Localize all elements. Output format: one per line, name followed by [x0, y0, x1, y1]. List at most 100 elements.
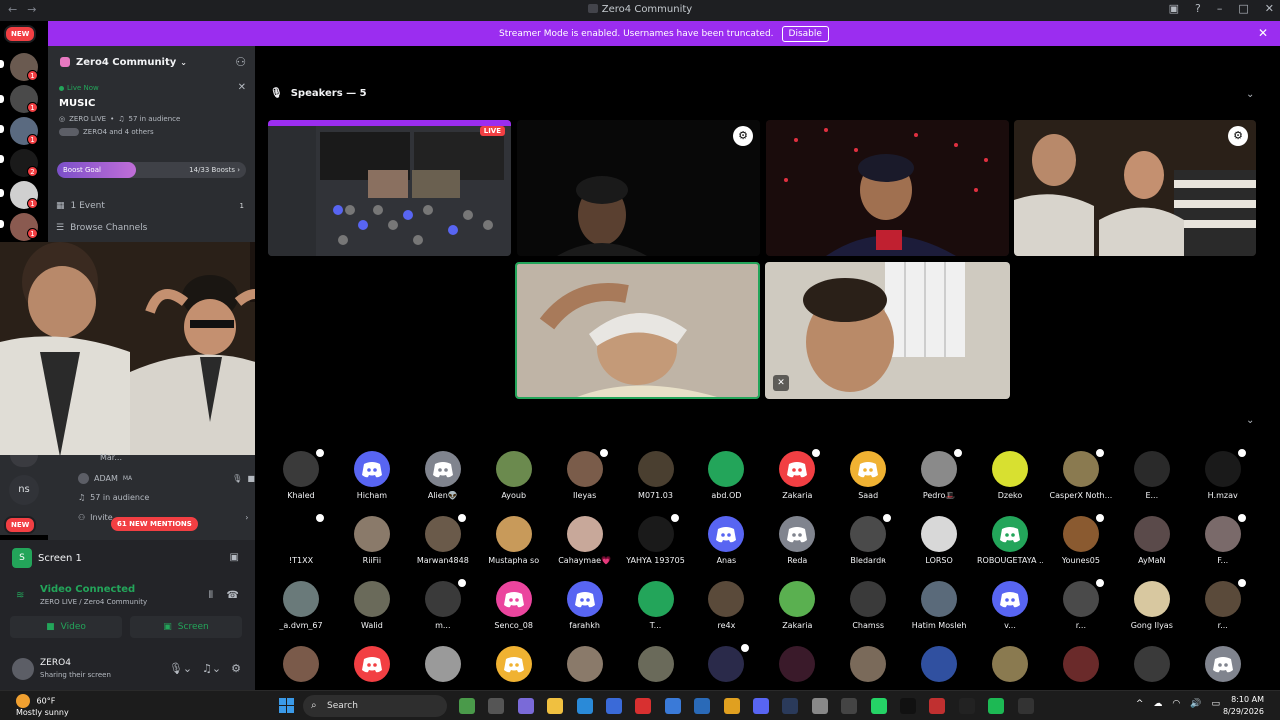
outlook-icon[interactable]	[694, 698, 711, 714]
tiktok-icon[interactable]	[900, 698, 916, 714]
stage-settings-icon[interactable]: ⚙	[733, 126, 753, 146]
disconnect-icon[interactable]: ☎	[227, 590, 239, 601]
chrome-icon[interactable]	[723, 698, 740, 714]
microphone-icon[interactable]: 🎙⌄	[169, 662, 192, 675]
x-icon[interactable]	[958, 698, 975, 714]
audience-member[interactable]: LORSO	[906, 516, 972, 578]
start-icon[interactable]	[279, 698, 295, 714]
clock[interactable]: 8:10 AM 8/29/2026	[1223, 694, 1264, 718]
speaker-tile[interactable]: ⚙	[517, 120, 760, 256]
audience-member[interactable]: Marwan4848	[410, 512, 476, 578]
volume-icon[interactable]: 🔊	[1190, 699, 1201, 709]
audience-member[interactable]: r...	[1048, 577, 1114, 643]
tray-chevron-icon[interactable]: ^	[1136, 699, 1144, 709]
screenshare-tile[interactable]: LIVE	[268, 120, 511, 256]
audience-member[interactable]: Walid	[339, 581, 405, 643]
audience-member[interactable]: Hicham	[339, 451, 405, 513]
inbox-icon[interactable]: ▣	[1169, 2, 1179, 15]
speaker-tile[interactable]: ⚙	[1014, 120, 1256, 256]
audience-member[interactable]: abd.OD	[693, 451, 759, 513]
pen-app-icon[interactable]	[664, 698, 681, 714]
popout-icon[interactable]: ▣	[230, 552, 239, 563]
audience-member[interactable]: T...	[623, 581, 689, 643]
collapse-chevron-icon[interactable]: ⌄	[1246, 89, 1254, 100]
audience-member[interactable]: Anas	[693, 516, 759, 578]
events-row[interactable]: ▦ 1 Event 1	[56, 201, 244, 211]
voice-status[interactable]: Video Connected	[40, 584, 135, 595]
audience-member[interactable]: Ileyas	[552, 447, 618, 513]
live-stage-card[interactable]: Live Now ✕ MUSIC ◎ ZERO LIVE • ♫ 57 in a…	[54, 80, 250, 158]
audience-member[interactable]: F...	[1190, 512, 1256, 578]
audience-member[interactable]: YAHYA 193705	[623, 512, 689, 578]
audience-member[interactable]: m...	[410, 577, 476, 643]
close-card-icon[interactable]: ✕	[238, 82, 246, 93]
audience-member[interactable]: Hatim Mosleh	[906, 581, 972, 643]
screen-button[interactable]: ▣ Screen	[130, 616, 242, 638]
audience-member[interactable]: v...	[977, 581, 1043, 643]
speaker-tile[interactable]: ✕	[765, 262, 1010, 399]
user-avatar[interactable]	[12, 658, 34, 680]
audience-member[interactable]: Saad	[835, 451, 901, 513]
audience-member[interactable]: ROBOUGETAYA ...	[977, 516, 1043, 578]
audience-member[interactable]: Younes05	[1048, 512, 1114, 578]
audience-member[interactable]: Cahaymae💗	[552, 516, 618, 578]
steam-icon[interactable]	[782, 698, 799, 714]
audience-member[interactable]: Mustapha so	[481, 516, 547, 578]
audience-member[interactable]: Chamss	[835, 581, 901, 643]
voice-user-row[interactable]: ADAM MA 🎙 ■	[78, 473, 255, 484]
close-window-icon[interactable]: ✕	[1265, 2, 1274, 15]
minimize-icon[interactable]: –	[1217, 2, 1223, 15]
audience-member[interactable]: Pedro🎩	[906, 447, 972, 513]
audience-member[interactable]: Senco_08	[481, 581, 547, 643]
speaker-tile[interactable]	[766, 120, 1009, 256]
audience-member[interactable]: Khaled	[268, 447, 334, 513]
audience-member[interactable]: _a.dvm_67	[268, 581, 334, 643]
audience-member[interactable]: AyMaN	[1119, 516, 1185, 578]
audience-member[interactable]: M071.03	[623, 451, 689, 513]
folder-icon[interactable]	[547, 698, 564, 714]
audience-member[interactable]: Bledardʀ	[835, 512, 901, 578]
wifi-icon[interactable]: ◠	[1172, 699, 1180, 709]
l-app-icon[interactable]	[635, 698, 652, 714]
disable-streamer-button[interactable]: Disable	[781, 25, 829, 42]
headset-icon[interactable]: ♫⌄	[202, 662, 221, 675]
audience-member[interactable]: Alien👽	[410, 451, 476, 513]
capcut-icon[interactable]	[1017, 698, 1034, 714]
weather-widget[interactable]: 60°F Mostly sunny	[16, 694, 69, 717]
stage-settings-icon[interactable]: ⚙	[1228, 126, 1248, 146]
audience-member[interactable]: Dzeko	[977, 451, 1043, 513]
new-mentions-pill[interactable]: 61 NEW MENTIONS	[111, 517, 198, 531]
settings-gear-icon[interactable]: ⚙	[231, 662, 241, 675]
audience-member[interactable]: farahkh	[552, 581, 618, 643]
audience-member[interactable]: Zakaria	[764, 581, 830, 643]
audience-member[interactable]: re4x	[693, 581, 759, 643]
battery-icon[interactable]: ▭	[1211, 699, 1220, 709]
task-view-icon[interactable]	[488, 698, 505, 714]
audience-member[interactable]: Ayoub	[481, 451, 547, 513]
audience-member[interactable]: CasperX Noth...	[1048, 447, 1114, 513]
server-icon-partial[interactable]	[10, 455, 38, 467]
speaker-tile-active[interactable]	[515, 262, 760, 399]
edge-icon[interactable]	[576, 698, 593, 714]
audience-member[interactable]: Reda	[764, 516, 830, 578]
browse-channels-row[interactable]: ☰ Browse Channels	[56, 223, 244, 233]
store-icon[interactable]	[606, 698, 622, 714]
file-explorer-icon[interactable]	[459, 698, 475, 714]
video-button[interactable]: ■ Video	[10, 616, 122, 638]
chatgpt-icon[interactable]	[811, 698, 828, 714]
discord-icon[interactable]	[753, 698, 769, 714]
server-header[interactable]: Zero4 Community ⌄ ⚇	[48, 46, 255, 78]
voice-user-row[interactable]: Mar...	[100, 453, 122, 462]
network-icon[interactable]: ☁	[1153, 699, 1162, 709]
collapse-chevron-icon[interactable]: ⌄	[1246, 415, 1254, 426]
copilot-icon[interactable]	[517, 698, 534, 714]
noise-suppression-icon[interactable]: ⫴	[209, 590, 213, 601]
audience-member[interactable]: RiiFii	[339, 516, 405, 578]
media-icon[interactable]	[929, 698, 946, 714]
whatsapp-icon[interactable]	[870, 698, 887, 714]
audience-member[interactable]: !T1XX	[268, 512, 334, 578]
taskbar-search[interactable]: ⌕ Search	[303, 695, 447, 717]
invite-people-icon[interactable]: ⚇	[235, 55, 246, 69]
terminal-icon[interactable]	[841, 698, 858, 714]
screen-share-row[interactable]: S Screen 1	[12, 548, 82, 568]
